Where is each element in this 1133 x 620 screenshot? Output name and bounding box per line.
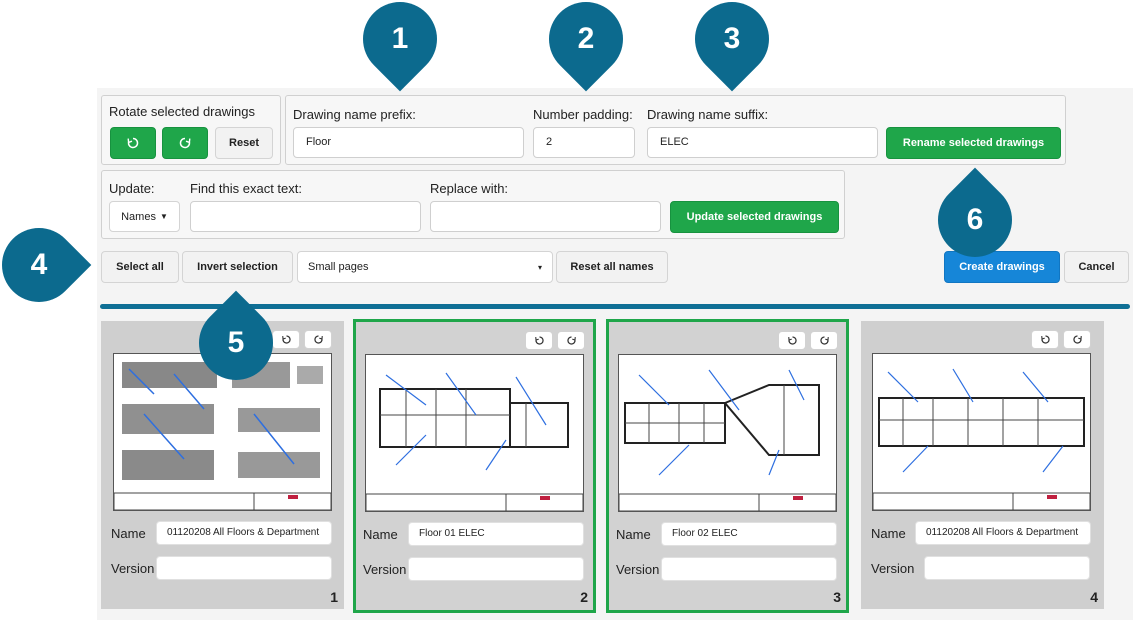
reset-all-names-button[interactable]: Reset all names [556, 251, 668, 283]
rotate-left-icon [534, 336, 544, 345]
rotate-right-icon [313, 335, 323, 344]
suffix-label: Drawing name suffix: [647, 107, 769, 122]
card-rotate-right-button[interactable] [557, 331, 585, 350]
rotate-right-icon [566, 336, 576, 345]
version-input[interactable] [661, 557, 837, 581]
invert-selection-button[interactable]: Invert selection [182, 251, 293, 283]
select-arrows-icon: ▾ [537, 262, 542, 272]
drawing-card-3[interactable]: Name Floor 02 ELEC Version 3 [606, 319, 849, 613]
card-rotate-right-button[interactable] [810, 331, 838, 350]
rotate-title: Rotate selected drawings [109, 104, 255, 119]
prefix-label: Drawing name prefix: [293, 107, 416, 122]
cancel-button[interactable]: Cancel [1064, 251, 1129, 283]
select-all-button[interactable]: Select all [101, 251, 179, 283]
rename-selected-button[interactable]: Rename selected drawings [886, 127, 1061, 159]
name-input[interactable]: Floor 01 ELEC [408, 522, 584, 546]
version-input[interactable] [408, 557, 584, 581]
page-size-value: Small pages [308, 261, 369, 273]
callout-number-3: 3 [723, 22, 741, 55]
page-number: 2 [580, 589, 588, 605]
update-label: Update: [109, 181, 155, 196]
card-rotate-left-button[interactable] [778, 331, 806, 350]
card-rotate-right-button[interactable] [304, 330, 332, 349]
callout-number-1: 1 [391, 22, 409, 55]
name-label: Name [616, 527, 651, 542]
name-input[interactable]: 01120208 All Floors & Department [156, 521, 332, 545]
drawing-thumbnail [618, 354, 837, 512]
page-number: 3 [833, 589, 841, 605]
rotate-right-button[interactable] [162, 127, 208, 159]
callout-number-5: 5 [227, 326, 245, 359]
prefix-input[interactable]: Floor [293, 127, 524, 158]
page-number: 4 [1090, 589, 1098, 605]
version-label: Version [111, 561, 155, 576]
rotate-left-icon [127, 137, 139, 149]
name-input[interactable]: 01120208 All Floors & Department [915, 521, 1091, 545]
rename-panel: Drawing name prefix: Floor Number paddin… [285, 95, 1066, 165]
replace-label: Replace with: [430, 181, 509, 196]
suffix-input[interactable]: ELEC [647, 127, 878, 158]
name-label: Name [363, 527, 398, 542]
page-number: 1 [330, 589, 338, 605]
find-label: Find this exact text: [190, 181, 302, 196]
name-label: Name [111, 526, 146, 541]
card-rotate-left-button[interactable] [272, 330, 300, 349]
padding-label: Number padding: [533, 107, 633, 122]
find-input[interactable] [190, 201, 421, 232]
padding-input[interactable]: 2 [533, 127, 635, 158]
version-label: Version [871, 561, 915, 576]
rotate-panel: Rotate selected drawings Reset [101, 95, 281, 165]
update-panel: Update: Names ▼ Find this exact text: Re… [101, 170, 845, 239]
version-label: Version [363, 562, 407, 577]
name-label: Name [871, 526, 906, 541]
callout-number-4: 4 [30, 248, 48, 281]
rotate-reset-button[interactable]: Reset [215, 127, 273, 159]
callout-number-2: 2 [577, 22, 595, 55]
card-rotate-left-button[interactable] [525, 331, 553, 350]
card-rotate-right-button[interactable] [1063, 330, 1091, 349]
callout-number-6: 6 [966, 203, 984, 236]
name-input[interactable]: Floor 02 ELEC [661, 522, 837, 546]
replace-input[interactable] [430, 201, 661, 232]
drawing-thumbnail [365, 354, 584, 512]
rotate-left-icon [281, 335, 291, 344]
update-mode-value: Names [121, 210, 156, 223]
page-size-select[interactable]: Small pages ▾ [297, 251, 553, 283]
version-input[interactable] [156, 556, 332, 580]
update-mode-dropdown[interactable]: Names ▼ [109, 201, 180, 232]
card-rotate-left-button[interactable] [1031, 330, 1059, 349]
rotate-left-icon [1040, 335, 1050, 344]
drawing-card-4[interactable]: Name 01120208 All Floors & Department Ve… [861, 321, 1104, 609]
rotate-right-icon [819, 336, 829, 345]
caret-down-icon: ▼ [159, 212, 168, 221]
version-label: Version [616, 562, 660, 577]
drawing-thumbnail [872, 353, 1091, 511]
rotate-left-button[interactable] [110, 127, 156, 159]
version-input[interactable] [924, 556, 1090, 580]
rotate-right-icon [179, 137, 191, 149]
rotate-right-icon [1072, 335, 1082, 344]
rotate-left-icon [787, 336, 797, 345]
update-selected-button[interactable]: Update selected drawings [670, 201, 839, 233]
drawing-card-2[interactable]: Name Floor 01 ELEC Version 2 [353, 319, 596, 613]
